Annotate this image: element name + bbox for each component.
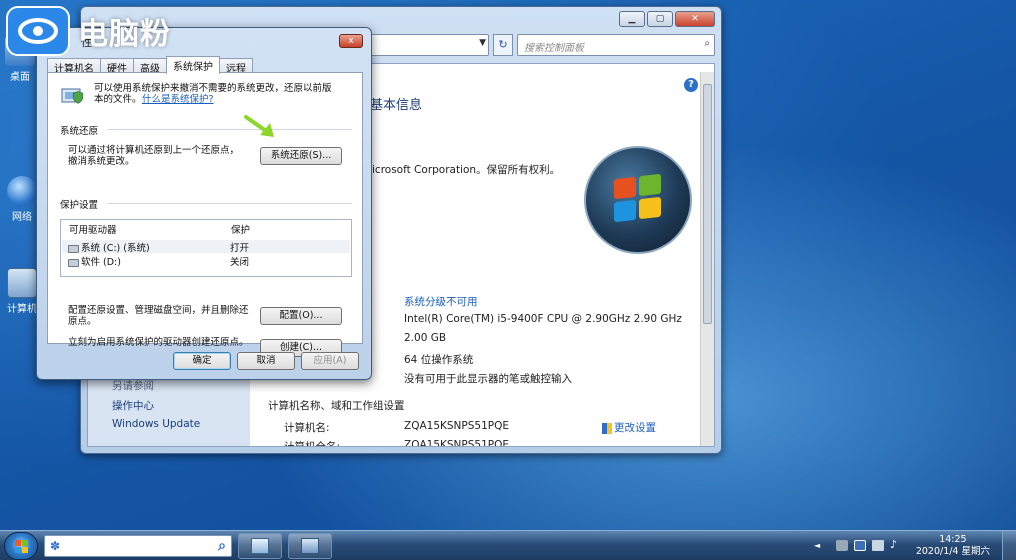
computer-name-section-title: 计算机名称、域和工作组设置 bbox=[268, 400, 405, 412]
scrollbar-thumb[interactable] bbox=[703, 84, 712, 324]
cancel-button[interactable]: 取消 bbox=[237, 352, 295, 370]
protection-column-header: 保护 bbox=[231, 225, 251, 236]
drive-column-header: 可用驱动器 bbox=[69, 225, 117, 236]
rating-link[interactable]: 系统分级不可用 bbox=[404, 294, 478, 309]
computer-name-value: ZQA15KSNPS51PQE bbox=[404, 420, 509, 432]
search-placeholder: 搜索控制面板 bbox=[524, 43, 584, 54]
system-protection-icon bbox=[61, 88, 84, 104]
full-computer-name-value: ZQA15KSNPS51PQE bbox=[404, 439, 509, 447]
logo-badge-icon bbox=[6, 6, 70, 56]
baidu-paw-icon: ✽ bbox=[50, 539, 61, 553]
restore-group-divider bbox=[108, 129, 352, 130]
windows-start-icon bbox=[15, 540, 28, 553]
full-computer-name-label: 计算机全名: bbox=[284, 441, 341, 447]
system-tray: ◄ ♪ 14:25 2020/1/4 星期六 bbox=[796, 531, 1016, 560]
taskbar-app-system-properties[interactable] bbox=[288, 533, 332, 559]
computer-monitor-icon bbox=[7, 268, 37, 298]
search-input[interactable]: 搜索控制面板 ⌕ bbox=[517, 34, 715, 56]
tray-keyboard-icon[interactable] bbox=[836, 540, 848, 551]
restore-text-line-2: 撤消系统更改。 bbox=[68, 156, 135, 167]
system-properties-icon bbox=[301, 538, 319, 554]
drive-status: 关闭 bbox=[230, 257, 250, 268]
page-heading: 基本信息 bbox=[370, 98, 423, 113]
dialog-close-button[interactable]: x bbox=[339, 34, 363, 48]
protection-settings-group-label: 保护设置 bbox=[60, 197, 103, 211]
control-panel-icon bbox=[251, 538, 269, 554]
help-icon[interactable]: ? bbox=[684, 78, 698, 92]
maximize-button[interactable]: ▢ bbox=[647, 11, 673, 27]
uac-shield-icon bbox=[602, 422, 612, 434]
drive-name: 软件 (D:) bbox=[81, 257, 121, 268]
change-settings-link[interactable]: 更改设置 bbox=[602, 420, 656, 435]
processor-value: Intel(R) Core(TM) i5-9400F CPU @ 2.90GHz… bbox=[404, 313, 682, 325]
clock-time: 14:25 bbox=[939, 534, 967, 545]
green-arrow-annotation-icon bbox=[244, 115, 274, 137]
system-properties-dialog: 性 x 计算机名 硬件 高级 系统保护 远程 可以使用系统保护来撤消不需要的系统… bbox=[36, 27, 372, 380]
drive-name: 系统 (C:) (系统) bbox=[81, 243, 150, 254]
change-settings-label: 更改设置 bbox=[614, 422, 656, 434]
see-also-heading: 另请参阅 bbox=[112, 380, 154, 392]
drive-row-c[interactable]: 系统 (C:) (系统) 打开 bbox=[62, 240, 350, 254]
tray-shield-icon[interactable] bbox=[854, 540, 866, 551]
memory-value: 2.00 GB bbox=[404, 332, 447, 344]
window-controls: ▁ ▢ ✕ bbox=[619, 11, 715, 27]
windows-logo-icon bbox=[584, 146, 692, 254]
system-drive-icon bbox=[68, 244, 79, 253]
restore-text-line-1: 可以通过将计算机还原到上一个还原点， bbox=[68, 145, 240, 156]
taskbar-app-control-panel[interactable] bbox=[238, 533, 282, 559]
dialog-tabs: 计算机名 硬件 高级 系统保护 远程 bbox=[47, 56, 253, 75]
show-desktop-button[interactable] bbox=[1002, 531, 1016, 560]
tab-remote[interactable]: 远程 bbox=[219, 58, 253, 75]
drive-icon bbox=[68, 258, 79, 267]
address-dropdown-icon[interactable]: ▼ bbox=[479, 38, 486, 48]
tab-system-protection[interactable]: 系统保护 bbox=[166, 56, 220, 74]
system-restore-button[interactable]: 系统还原(S)... bbox=[260, 147, 342, 165]
vertical-scrollbar[interactable] bbox=[700, 72, 714, 446]
drive-status: 打开 bbox=[230, 243, 250, 254]
logo-text: 电脑粉 bbox=[78, 17, 171, 52]
search-icon[interactable]: ⌕ bbox=[704, 38, 710, 49]
computer-name-label: 计算机名: bbox=[284, 422, 330, 434]
what-is-system-protection-link[interactable]: 什么是系统保护? bbox=[142, 94, 214, 105]
ok-button[interactable]: 确定 bbox=[173, 352, 231, 370]
refresh-button[interactable]: ↻ bbox=[493, 34, 513, 56]
tab-computer-name[interactable]: 计算机名 bbox=[47, 58, 101, 75]
tray-volume-icon[interactable]: ♪ bbox=[890, 538, 902, 551]
tray-expand-icon[interactable]: ◄ bbox=[814, 541, 826, 552]
drive-row-d[interactable]: 软件 (D:) 关闭 bbox=[62, 254, 350, 268]
tray-network-icon[interactable] bbox=[872, 540, 884, 551]
drive-list: 可用驱动器 保护 系统 (C:) (系统) 打开 软件 (D:) 关闭 bbox=[60, 219, 352, 277]
system-type-value: 64 位操作系统 bbox=[404, 354, 474, 366]
clock-date: 2020/1/4 星期六 bbox=[915, 546, 990, 557]
taskbar: ✽ ⌕ ◄ ♪ 14:25 2020/1/4 星期六 bbox=[0, 530, 1016, 560]
create-text: 立刻为启用系统保护的驱动器创建还原点。 bbox=[68, 337, 249, 348]
left-link-action-center[interactable]: 操作中心 bbox=[112, 398, 154, 413]
desktop-icon-label: 网络 bbox=[12, 212, 32, 223]
copyright-text: icrosoft Corporation。保留所有权利。 bbox=[372, 164, 561, 176]
tab-hardware[interactable]: 硬件 bbox=[100, 58, 134, 75]
watermark-logo: 电脑粉 bbox=[6, 6, 171, 56]
intro-text-line-2: 本的文件。 bbox=[94, 94, 142, 105]
desktop-icon-label: 桌面 bbox=[10, 72, 30, 83]
minimize-button[interactable]: ▁ bbox=[619, 11, 645, 27]
configure-text-line-1: 配置还原设置、管理磁盘空间，并且删除还 bbox=[68, 305, 249, 316]
intro-text-line-1: 可以使用系统保护来撤消不需要的系统更改，还原以前版 bbox=[94, 83, 332, 94]
tab-advanced[interactable]: 高级 bbox=[133, 58, 167, 75]
configure-text-line-2: 原点。 bbox=[68, 316, 97, 327]
configure-button[interactable]: 配置(O)... bbox=[260, 307, 342, 325]
system-protection-panel: 可以使用系统保护来撤消不需要的系统更改，还原以前版 本的文件。 什么是系统保护?… bbox=[47, 72, 363, 357]
network-globe-icon bbox=[7, 176, 37, 206]
pen-touch-value: 没有可用于此显示器的笔或触控输入 bbox=[404, 373, 572, 385]
taskbar-search-input[interactable]: ✽ ⌕ bbox=[44, 535, 232, 557]
clock[interactable]: 14:25 2020/1/4 星期六 bbox=[916, 534, 990, 558]
protection-group-divider bbox=[108, 203, 352, 204]
desktop-icon-label: 计算机 bbox=[7, 304, 37, 315]
start-button[interactable] bbox=[4, 532, 38, 560]
close-button[interactable]: ✕ bbox=[675, 11, 715, 27]
search-icon[interactable]: ⌕ bbox=[218, 538, 226, 554]
system-restore-group-label: 系统还原 bbox=[60, 123, 103, 137]
apply-button[interactable]: 应用(A) bbox=[301, 352, 359, 370]
left-link-windows-update[interactable]: Windows Update bbox=[112, 418, 200, 430]
